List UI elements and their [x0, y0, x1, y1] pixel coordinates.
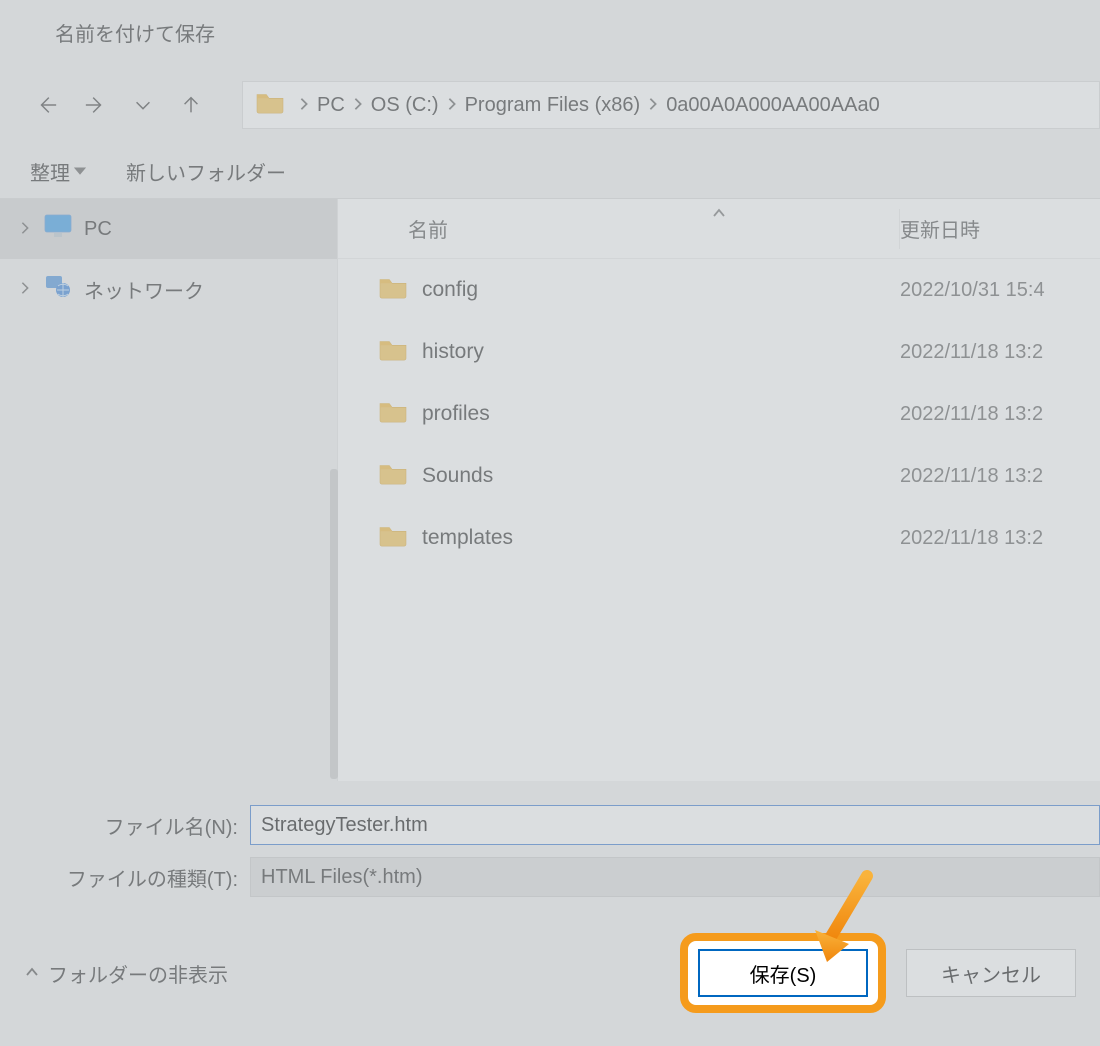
file-name: templates [422, 526, 513, 550]
chevron-right-icon[interactable] [18, 278, 32, 301]
filetype-value: HTML Files(*.htm) [261, 866, 422, 889]
column-date[interactable]: 更新日時 [900, 214, 1100, 243]
back-button[interactable] [30, 88, 64, 122]
sort-indicator-icon [712, 201, 726, 224]
list-item[interactable]: history 2022/11/18 13:2 [338, 321, 1100, 383]
folder-icon [378, 460, 408, 492]
filetype-label: ファイルの種類(T): [0, 863, 250, 892]
hide-folders-toggle[interactable]: フォルダーの非表示 [24, 959, 660, 988]
file-date: 2022/11/18 13:2 [900, 465, 1100, 488]
list-item[interactable]: Sounds 2022/11/18 13:2 [338, 445, 1100, 507]
new-folder-button[interactable]: 新しいフォルダー [126, 157, 286, 186]
bottom-panel: ファイル名(N): ファイルの種類(T): HTML Files(*.htm) … [0, 781, 1100, 1037]
filename-label: ファイル名(N): [0, 811, 250, 840]
list-item[interactable]: config 2022/10/31 15:4 [338, 259, 1100, 321]
annotation-highlight: 保存(S) [680, 933, 886, 1013]
file-list: 名前 更新日時 config 2022/10/31 15:4 history 2… [338, 199, 1100, 781]
file-name: profiles [422, 402, 490, 426]
nav-row: PC OS (C:) Program Files (x86) 0a00A0A00… [0, 65, 1100, 145]
folder-icon [378, 398, 408, 430]
folder-icon [378, 522, 408, 554]
up-button[interactable] [174, 88, 208, 122]
folder-icon [378, 274, 408, 306]
filetype-select[interactable]: HTML Files(*.htm) [250, 857, 1100, 897]
list-header: 名前 更新日時 [338, 199, 1100, 259]
breadcrumb-segment[interactable]: Program Files (x86) [465, 94, 641, 117]
file-date: 2022/10/31 15:4 [900, 279, 1100, 302]
list-item[interactable]: profiles 2022/11/18 13:2 [338, 383, 1100, 445]
chevron-right-icon[interactable] [297, 94, 311, 117]
tree-item-pc[interactable]: PC [0, 199, 337, 259]
dialog-title: 名前を付けて保存 [55, 18, 215, 47]
list-item[interactable]: templates 2022/11/18 13:2 [338, 507, 1100, 569]
organize-label: 整理 [30, 157, 70, 186]
save-button[interactable]: 保存(S) [698, 949, 868, 997]
column-name[interactable]: 名前 [338, 214, 899, 243]
file-date: 2022/11/18 13:2 [900, 341, 1100, 364]
file-name: history [422, 340, 484, 364]
address-bar[interactable]: PC OS (C:) Program Files (x86) 0a00A0A00… [242, 81, 1100, 129]
network-icon [44, 273, 72, 305]
file-date: 2022/11/18 13:2 [900, 527, 1100, 550]
tree-item-label: PC [84, 218, 112, 241]
chevron-right-icon[interactable] [445, 94, 459, 117]
titlebar: 名前を付けて保存 [0, 0, 1100, 65]
folder-icon [378, 336, 408, 368]
chevron-right-icon[interactable] [351, 94, 365, 117]
tree-item-label: ネットワーク [84, 275, 204, 304]
caret-down-icon [74, 160, 86, 183]
file-name: config [422, 278, 478, 302]
cancel-button[interactable]: キャンセル [906, 949, 1076, 997]
breadcrumb-segment[interactable]: 0a00A0A000AA00AAa0 [666, 94, 880, 117]
breadcrumb-segment[interactable]: PC [317, 94, 345, 117]
toolbar: 整理 新しいフォルダー [0, 145, 1100, 199]
nav-tree: PC ネットワーク [0, 199, 338, 781]
chevron-right-icon[interactable] [18, 218, 32, 241]
file-name: Sounds [422, 464, 493, 488]
folder-icon [255, 89, 285, 121]
tree-item-network[interactable]: ネットワーク [0, 259, 337, 319]
chevron-right-icon[interactable] [646, 94, 660, 117]
forward-button[interactable] [78, 88, 112, 122]
file-date: 2022/11/18 13:2 [900, 403, 1100, 426]
new-folder-label: 新しいフォルダー [126, 157, 286, 186]
breadcrumb-segment[interactable]: OS (C:) [371, 94, 439, 117]
monitor-icon [44, 213, 72, 245]
organize-menu[interactable]: 整理 [30, 157, 86, 186]
filename-input[interactable] [250, 805, 1100, 845]
scrollbar[interactable] [330, 469, 338, 779]
recent-dropdown-icon[interactable] [126, 88, 160, 122]
hide-folders-label: フォルダーの非表示 [48, 959, 228, 988]
